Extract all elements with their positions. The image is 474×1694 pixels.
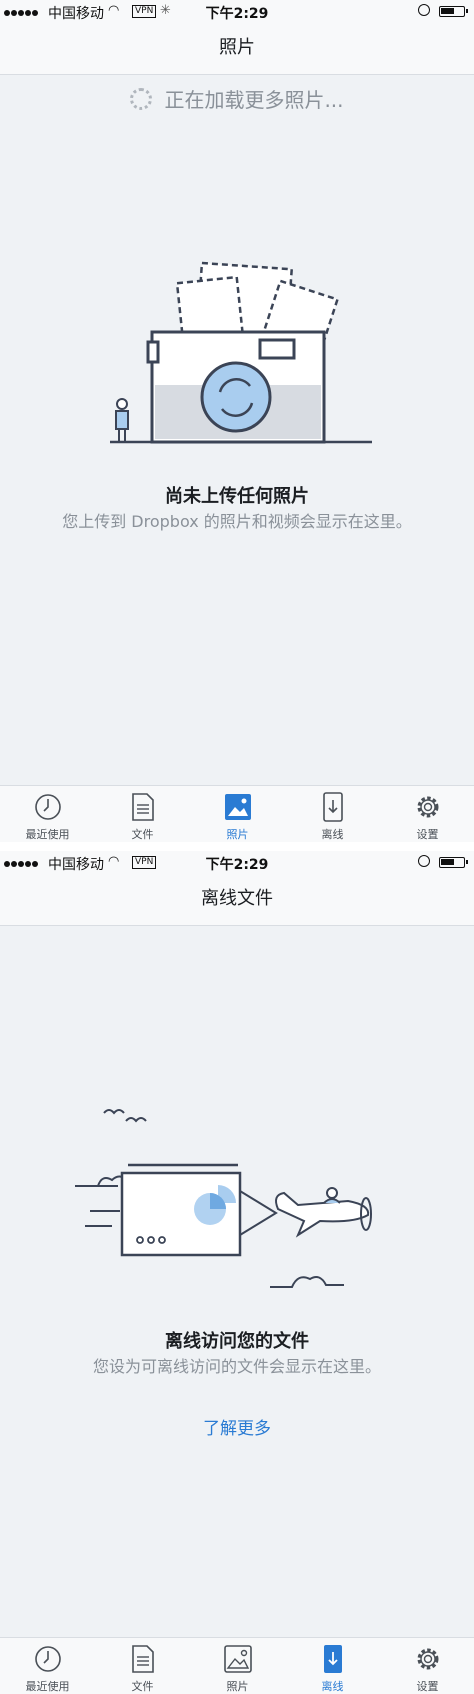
tab-offline[interactable]: 离线 bbox=[285, 1638, 380, 1694]
tab-bar: 最近使用 文件 照片 离线 设置 bbox=[0, 785, 474, 842]
loading-text: 正在加载更多照片... bbox=[164, 88, 344, 112]
photo-icon bbox=[225, 794, 251, 820]
tab-photos[interactable]: 照片 bbox=[190, 786, 285, 842]
screen-divider bbox=[0, 842, 474, 851]
tab-settings[interactable]: 设置 bbox=[380, 786, 474, 842]
offline-download-icon bbox=[324, 1645, 342, 1673]
tab-recent[interactable]: 最近使用 bbox=[0, 786, 95, 842]
loading-indicator: 正在加载更多照片... bbox=[0, 84, 474, 113]
tab-offline-label: 离线 bbox=[321, 1680, 344, 1693]
gear-icon bbox=[417, 1648, 439, 1670]
photos-screen: 中国移动 ◠ VPN ✳ 下午2:29 照片 正在加载更多照片... 尚未上传任… bbox=[0, 0, 474, 842]
rotation-lock-icon bbox=[418, 4, 430, 16]
battery-icon bbox=[439, 857, 468, 868]
battery-icon bbox=[439, 6, 468, 17]
airplane-banner-illustration bbox=[75, 1109, 372, 1288]
loading-spinner-icon bbox=[130, 88, 153, 110]
tab-bar: 最近使用 文件 照片 离线 设置 bbox=[0, 1637, 474, 1694]
camera-illustration bbox=[110, 261, 372, 444]
clock-icon bbox=[35, 1646, 61, 1672]
tab-photos[interactable]: 照片 bbox=[190, 1638, 285, 1694]
tab-files-label: 文件 bbox=[131, 828, 154, 841]
tab-recent[interactable]: 最近使用 bbox=[0, 1638, 95, 1694]
status-time: 下午2:29 bbox=[205, 857, 269, 873]
document-icon bbox=[132, 793, 154, 821]
tab-files[interactable]: 文件 bbox=[95, 1638, 190, 1694]
tab-recent-label: 最近使用 bbox=[25, 828, 70, 841]
photo-icon bbox=[224, 1645, 252, 1673]
gear-icon bbox=[417, 796, 439, 818]
offline-screen: 中国移动 ◠ VPN 下午2:29 离线文件 离线访问您的文件 您设为可离线访问… bbox=[0, 851, 474, 1694]
empty-state-title: 离线访问您的文件 bbox=[165, 1331, 309, 1352]
nav-bar: 照片 bbox=[0, 24, 474, 75]
tab-files-label: 文件 bbox=[131, 1680, 154, 1693]
tab-recent-label: 最近使用 bbox=[25, 1680, 70, 1693]
nav-bar: 离线文件 bbox=[0, 875, 474, 926]
tab-photos-label: 照片 bbox=[226, 1680, 249, 1693]
rotation-lock-icon bbox=[418, 855, 430, 867]
tab-settings-label: 设置 bbox=[416, 828, 439, 841]
empty-state-title: 尚未上传任何照片 bbox=[165, 486, 309, 507]
page-title: 照片 bbox=[219, 37, 255, 58]
status-bar: 中国移动 ◠ VPN ✳ 下午2:29 bbox=[0, 0, 474, 24]
learn-more-link[interactable]: 了解更多 bbox=[0, 1414, 474, 1439]
empty-state-subtitle: 您上传到 Dropbox 的照片和视频会显示在这里。 bbox=[62, 512, 412, 531]
tab-photos-label: 照片 bbox=[226, 828, 249, 841]
document-icon bbox=[132, 1645, 154, 1673]
offline-download-icon bbox=[323, 792, 343, 822]
clock-icon bbox=[35, 794, 61, 820]
status-bar: 中国移动 ◠ VPN 下午2:29 bbox=[0, 851, 474, 875]
empty-state-subtitle: 您设为可离线访问的文件会显示在这里。 bbox=[92, 1357, 381, 1376]
tab-files[interactable]: 文件 bbox=[95, 786, 190, 842]
tab-offline-label: 离线 bbox=[321, 828, 344, 841]
tab-settings[interactable]: 设置 bbox=[380, 1638, 474, 1694]
tab-offline[interactable]: 离线 bbox=[285, 786, 380, 842]
status-time: 下午2:29 bbox=[205, 6, 269, 22]
tab-settings-label: 设置 bbox=[416, 1680, 439, 1693]
page-title: 离线文件 bbox=[201, 888, 273, 909]
